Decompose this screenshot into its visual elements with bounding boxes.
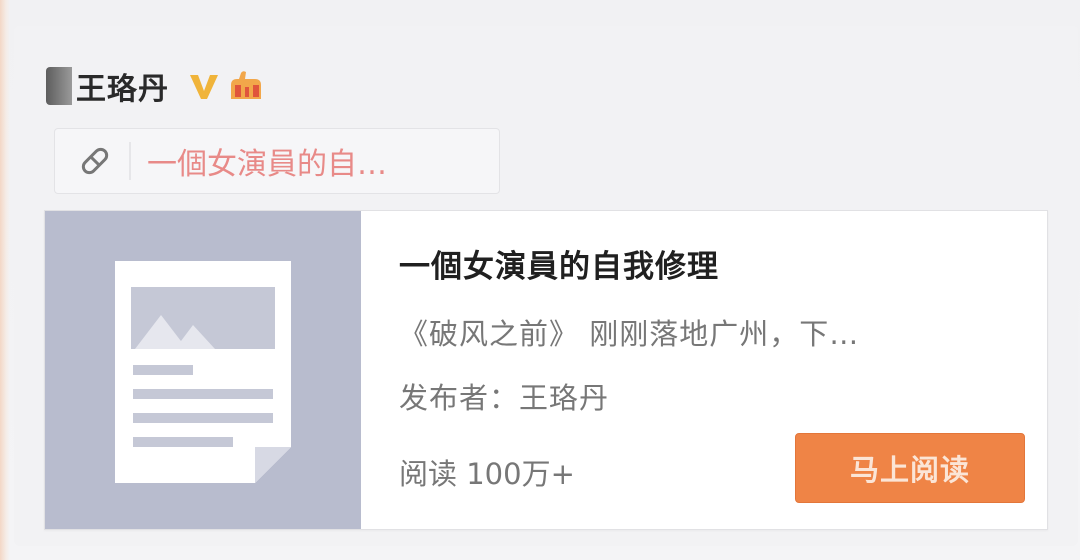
article-excerpt: 《破风之前》 刚刚落地广州，下… xyxy=(399,317,860,351)
article-card[interactable]: 一個女演員的自我修理 《破风之前》 刚刚落地广州，下… 发布者：王珞丹 阅读 1… xyxy=(44,210,1048,530)
article-thumbnail xyxy=(45,211,361,529)
verified-v-icon xyxy=(190,75,218,99)
article-publisher: 发布者：王珞丹 xyxy=(399,381,610,415)
article-title[interactable]: 一個女演員的自我修理 xyxy=(399,241,719,286)
pill-divider xyxy=(129,142,131,180)
avatar[interactable] xyxy=(46,67,72,105)
link-icon xyxy=(81,147,109,175)
article-link-pill[interactable]: 一個女演員的自… xyxy=(54,128,500,194)
hand-icon xyxy=(231,71,261,99)
article-body: 一個女演員的自我修理 《破风之前》 刚刚落地广州，下… 发布者：王珞丹 阅读 1… xyxy=(361,211,1047,529)
read-now-button[interactable]: 马上阅读 xyxy=(795,433,1025,503)
article-read-count: 阅读 100万+ xyxy=(399,457,575,491)
link-pill-text: 一個女演員的自… xyxy=(147,147,387,182)
user-name[interactable]: 王珞丹 xyxy=(76,64,169,108)
document-image-icon xyxy=(115,261,291,483)
user-row: 王珞丹 xyxy=(46,64,271,108)
left-edge-strip xyxy=(0,0,10,560)
